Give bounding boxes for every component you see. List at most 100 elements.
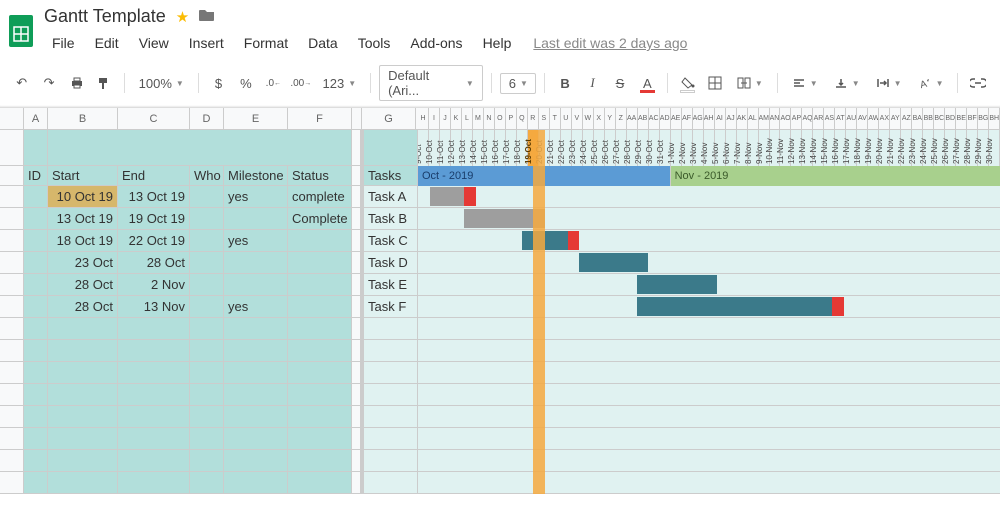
- row-header[interactable]: [0, 472, 24, 494]
- col-header[interactable]: AG: [693, 108, 704, 129]
- table-row[interactable]: [0, 384, 418, 406]
- col-header[interactable]: AJ: [726, 108, 737, 129]
- cell[interactable]: [190, 296, 224, 318]
- row-header[interactable]: [0, 340, 24, 362]
- col-header[interactable]: K: [451, 108, 462, 129]
- cell[interactable]: Task A: [364, 186, 418, 208]
- cell[interactable]: Milestone: [224, 166, 288, 186]
- cell[interactable]: [24, 130, 48, 166]
- milestone-marker[interactable]: [464, 187, 476, 206]
- col-header[interactable]: Z: [616, 108, 627, 129]
- undo-icon[interactable]: ↶: [10, 71, 33, 95]
- col-header[interactable]: BD: [945, 108, 956, 129]
- col-header[interactable]: AB: [638, 108, 649, 129]
- cell[interactable]: Task F: [364, 296, 418, 318]
- col-header[interactable]: N: [484, 108, 495, 129]
- cell[interactable]: [190, 208, 224, 230]
- cell[interactable]: Tasks: [364, 166, 418, 186]
- dec-decrease-button[interactable]: .0←: [262, 71, 285, 95]
- cell[interactable]: [48, 130, 352, 166]
- last-edit-link[interactable]: Last edit was 2 days ago: [521, 35, 687, 51]
- text-color-button[interactable]: A: [636, 71, 659, 95]
- cell[interactable]: 2 Nov: [118, 274, 190, 296]
- cell[interactable]: [288, 230, 352, 252]
- col-header[interactable]: AO: [780, 108, 791, 129]
- cell[interactable]: Task B: [364, 208, 418, 230]
- row-header[interactable]: [0, 208, 24, 230]
- more-formats-button[interactable]: 123▼: [316, 74, 362, 93]
- col-header[interactable]: BE: [956, 108, 967, 129]
- font-size-select[interactable]: 6▼: [500, 73, 537, 94]
- col-header[interactable]: AL: [748, 108, 759, 129]
- row-header[interactable]: [0, 406, 24, 428]
- cell[interactable]: 10 Oct 19: [48, 186, 118, 208]
- bold-button[interactable]: B: [553, 71, 576, 95]
- percent-button[interactable]: %: [234, 71, 257, 95]
- gantt-row[interactable]: [418, 230, 1000, 252]
- col-header[interactable]: AE: [671, 108, 682, 129]
- col-header[interactable]: AQ: [802, 108, 813, 129]
- cell[interactable]: 19 Oct 19: [118, 208, 190, 230]
- zoom-select[interactable]: 100%▼: [133, 74, 190, 93]
- cell[interactable]: complete: [288, 186, 352, 208]
- cell[interactable]: [224, 274, 288, 296]
- gantt-chart[interactable]: HIJKLMNOPQRSTUVWXYZAAABACADAEAFAGAHAIAJA…: [418, 108, 1000, 494]
- row-header[interactable]: [0, 296, 24, 318]
- menu-data[interactable]: Data: [298, 31, 348, 55]
- col-header[interactable]: BG: [978, 108, 989, 129]
- col-header[interactable]: AR: [813, 108, 824, 129]
- col-header[interactable]: AK: [737, 108, 748, 129]
- menu-help[interactable]: Help: [473, 31, 522, 55]
- select-all-cell[interactable]: [0, 108, 24, 129]
- cell[interactable]: [364, 130, 418, 166]
- col-header[interactable]: P: [506, 108, 517, 129]
- table-row[interactable]: 10 Oct 1913 Oct 19 yescomplete Task A: [0, 186, 418, 208]
- col-header[interactable]: V: [572, 108, 583, 129]
- folder-icon[interactable]: [199, 8, 215, 26]
- col-header[interactable]: BA: [912, 108, 923, 129]
- wrap-button[interactable]: ▼: [870, 71, 908, 95]
- cell[interactable]: 13 Oct 19: [48, 208, 118, 230]
- col-header[interactable]: AN: [770, 108, 781, 129]
- col-header[interactable]: J: [440, 108, 451, 129]
- col-header[interactable]: B: [48, 108, 118, 129]
- col-header[interactable]: R: [528, 108, 539, 129]
- cell[interactable]: [190, 274, 224, 296]
- col-header[interactable]: H: [418, 108, 429, 129]
- cell[interactable]: 28 Oct: [48, 274, 118, 296]
- fill-color-button[interactable]: [676, 71, 699, 95]
- col-header[interactable]: AD: [660, 108, 671, 129]
- col-header[interactable]: W: [583, 108, 594, 129]
- font-select[interactable]: Default (Ari...▼: [379, 65, 483, 101]
- cell[interactable]: 18 Oct 19: [48, 230, 118, 252]
- gantt-row[interactable]: [418, 296, 1000, 318]
- milestone-marker[interactable]: [568, 231, 580, 250]
- cell[interactable]: 13 Oct 19: [118, 186, 190, 208]
- cell[interactable]: yes: [224, 186, 288, 208]
- table-row[interactable]: 18 Oct 1922 Oct 19yesTask C: [0, 230, 418, 252]
- cell[interactable]: [288, 296, 352, 318]
- gantt-row[interactable]: [418, 186, 1000, 208]
- col-header[interactable]: BB: [923, 108, 934, 129]
- menu-edit[interactable]: Edit: [85, 31, 129, 55]
- col-header[interactable]: AA: [627, 108, 638, 129]
- col-header[interactable]: AV: [857, 108, 868, 129]
- cell[interactable]: [24, 252, 48, 274]
- merge-button[interactable]: ▼: [731, 71, 769, 95]
- menu-file[interactable]: File: [42, 31, 85, 55]
- cell[interactable]: [24, 230, 48, 252]
- valign-button[interactable]: ▼: [828, 71, 866, 95]
- cell[interactable]: Start: [48, 166, 118, 186]
- sheets-logo-icon[interactable]: [8, 13, 34, 49]
- col-header[interactable]: E: [224, 108, 288, 129]
- col-header[interactable]: BF: [967, 108, 978, 129]
- table-row[interactable]: [0, 340, 418, 362]
- menu-format[interactable]: Format: [234, 31, 298, 55]
- table-row[interactable]: [0, 450, 418, 472]
- col-header[interactable]: Q: [517, 108, 528, 129]
- gantt-row[interactable]: [418, 208, 1000, 230]
- row-header[interactable]: [0, 230, 24, 252]
- cell[interactable]: [224, 208, 288, 230]
- col-header[interactable]: O: [495, 108, 506, 129]
- strike-button[interactable]: S: [608, 71, 631, 95]
